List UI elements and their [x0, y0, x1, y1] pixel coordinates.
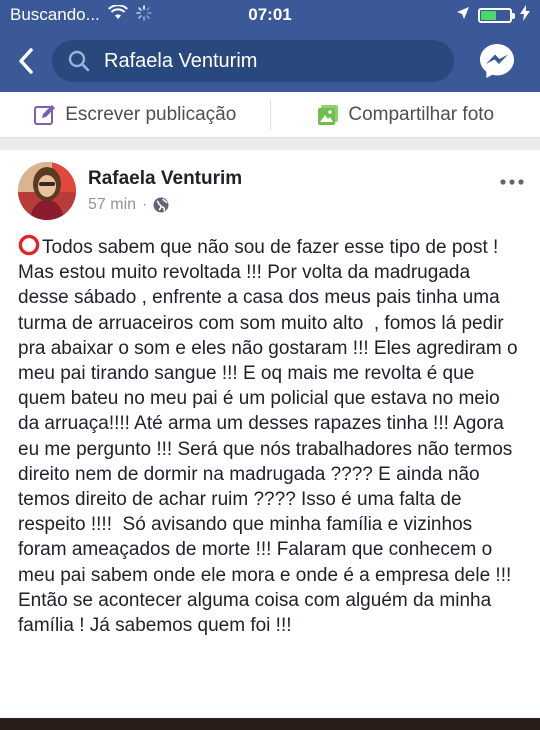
- composer-bar: Escrever publicação Compartilhar foto: [0, 92, 540, 138]
- messenger-button[interactable]: [454, 30, 540, 92]
- post-meta: 57 min ·: [88, 196, 242, 214]
- search-value: Rafaela Venturim: [104, 49, 258, 72]
- post-text: Todos sabem que não sou de fazer esse ti…: [18, 237, 523, 637]
- status-bar: Buscando... 07:01: [0, 0, 540, 30]
- next-post-edge: [0, 718, 540, 730]
- post-header: Rafaela Venturim 57 min ·: [18, 162, 242, 220]
- battery-level: [481, 10, 497, 20]
- share-photo-label: Compartilhar foto: [348, 103, 495, 125]
- messenger-icon: [480, 44, 514, 78]
- write-post-button[interactable]: Escrever publicação: [0, 92, 270, 137]
- post-card: Rafaela Venturim 57 min · Todos sabem qu…: [0, 150, 540, 718]
- battery-icon: [478, 7, 515, 23]
- chevron-left-icon: [19, 48, 33, 74]
- more-icon: [500, 179, 524, 185]
- wifi-icon: [107, 4, 128, 25]
- search-icon: [68, 50, 90, 72]
- post-body: Todos sabem que não sou de fazer esse ti…: [18, 234, 524, 638]
- write-post-label: Escrever publicação: [65, 103, 237, 125]
- share-photo-button[interactable]: Compartilhar foto: [271, 92, 540, 137]
- avatar[interactable]: [18, 162, 76, 220]
- activity-spinner-icon: [135, 4, 152, 26]
- back-button[interactable]: [0, 30, 52, 92]
- red-circle-icon: [18, 234, 40, 256]
- status-right: [456, 4, 530, 26]
- carrier-label: Buscando...: [10, 5, 100, 24]
- status-left: Buscando...: [10, 4, 152, 26]
- meta-separator: ·: [142, 196, 148, 213]
- location-arrow-icon: [456, 5, 470, 25]
- post-options-button[interactable]: [500, 172, 524, 190]
- charging-bolt-icon: [520, 4, 530, 26]
- edit-icon: [34, 104, 56, 125]
- navigation-bar: Rafaela Venturim: [0, 30, 540, 92]
- author-name[interactable]: Rafaela Venturim: [88, 168, 242, 190]
- author-block: Rafaela Venturim 57 min ·: [88, 168, 242, 220]
- post-time[interactable]: 57 min: [88, 196, 136, 214]
- photo-icon: [318, 104, 339, 125]
- search-input[interactable]: Rafaela Venturim: [52, 40, 454, 82]
- globe-icon: [153, 197, 169, 213]
